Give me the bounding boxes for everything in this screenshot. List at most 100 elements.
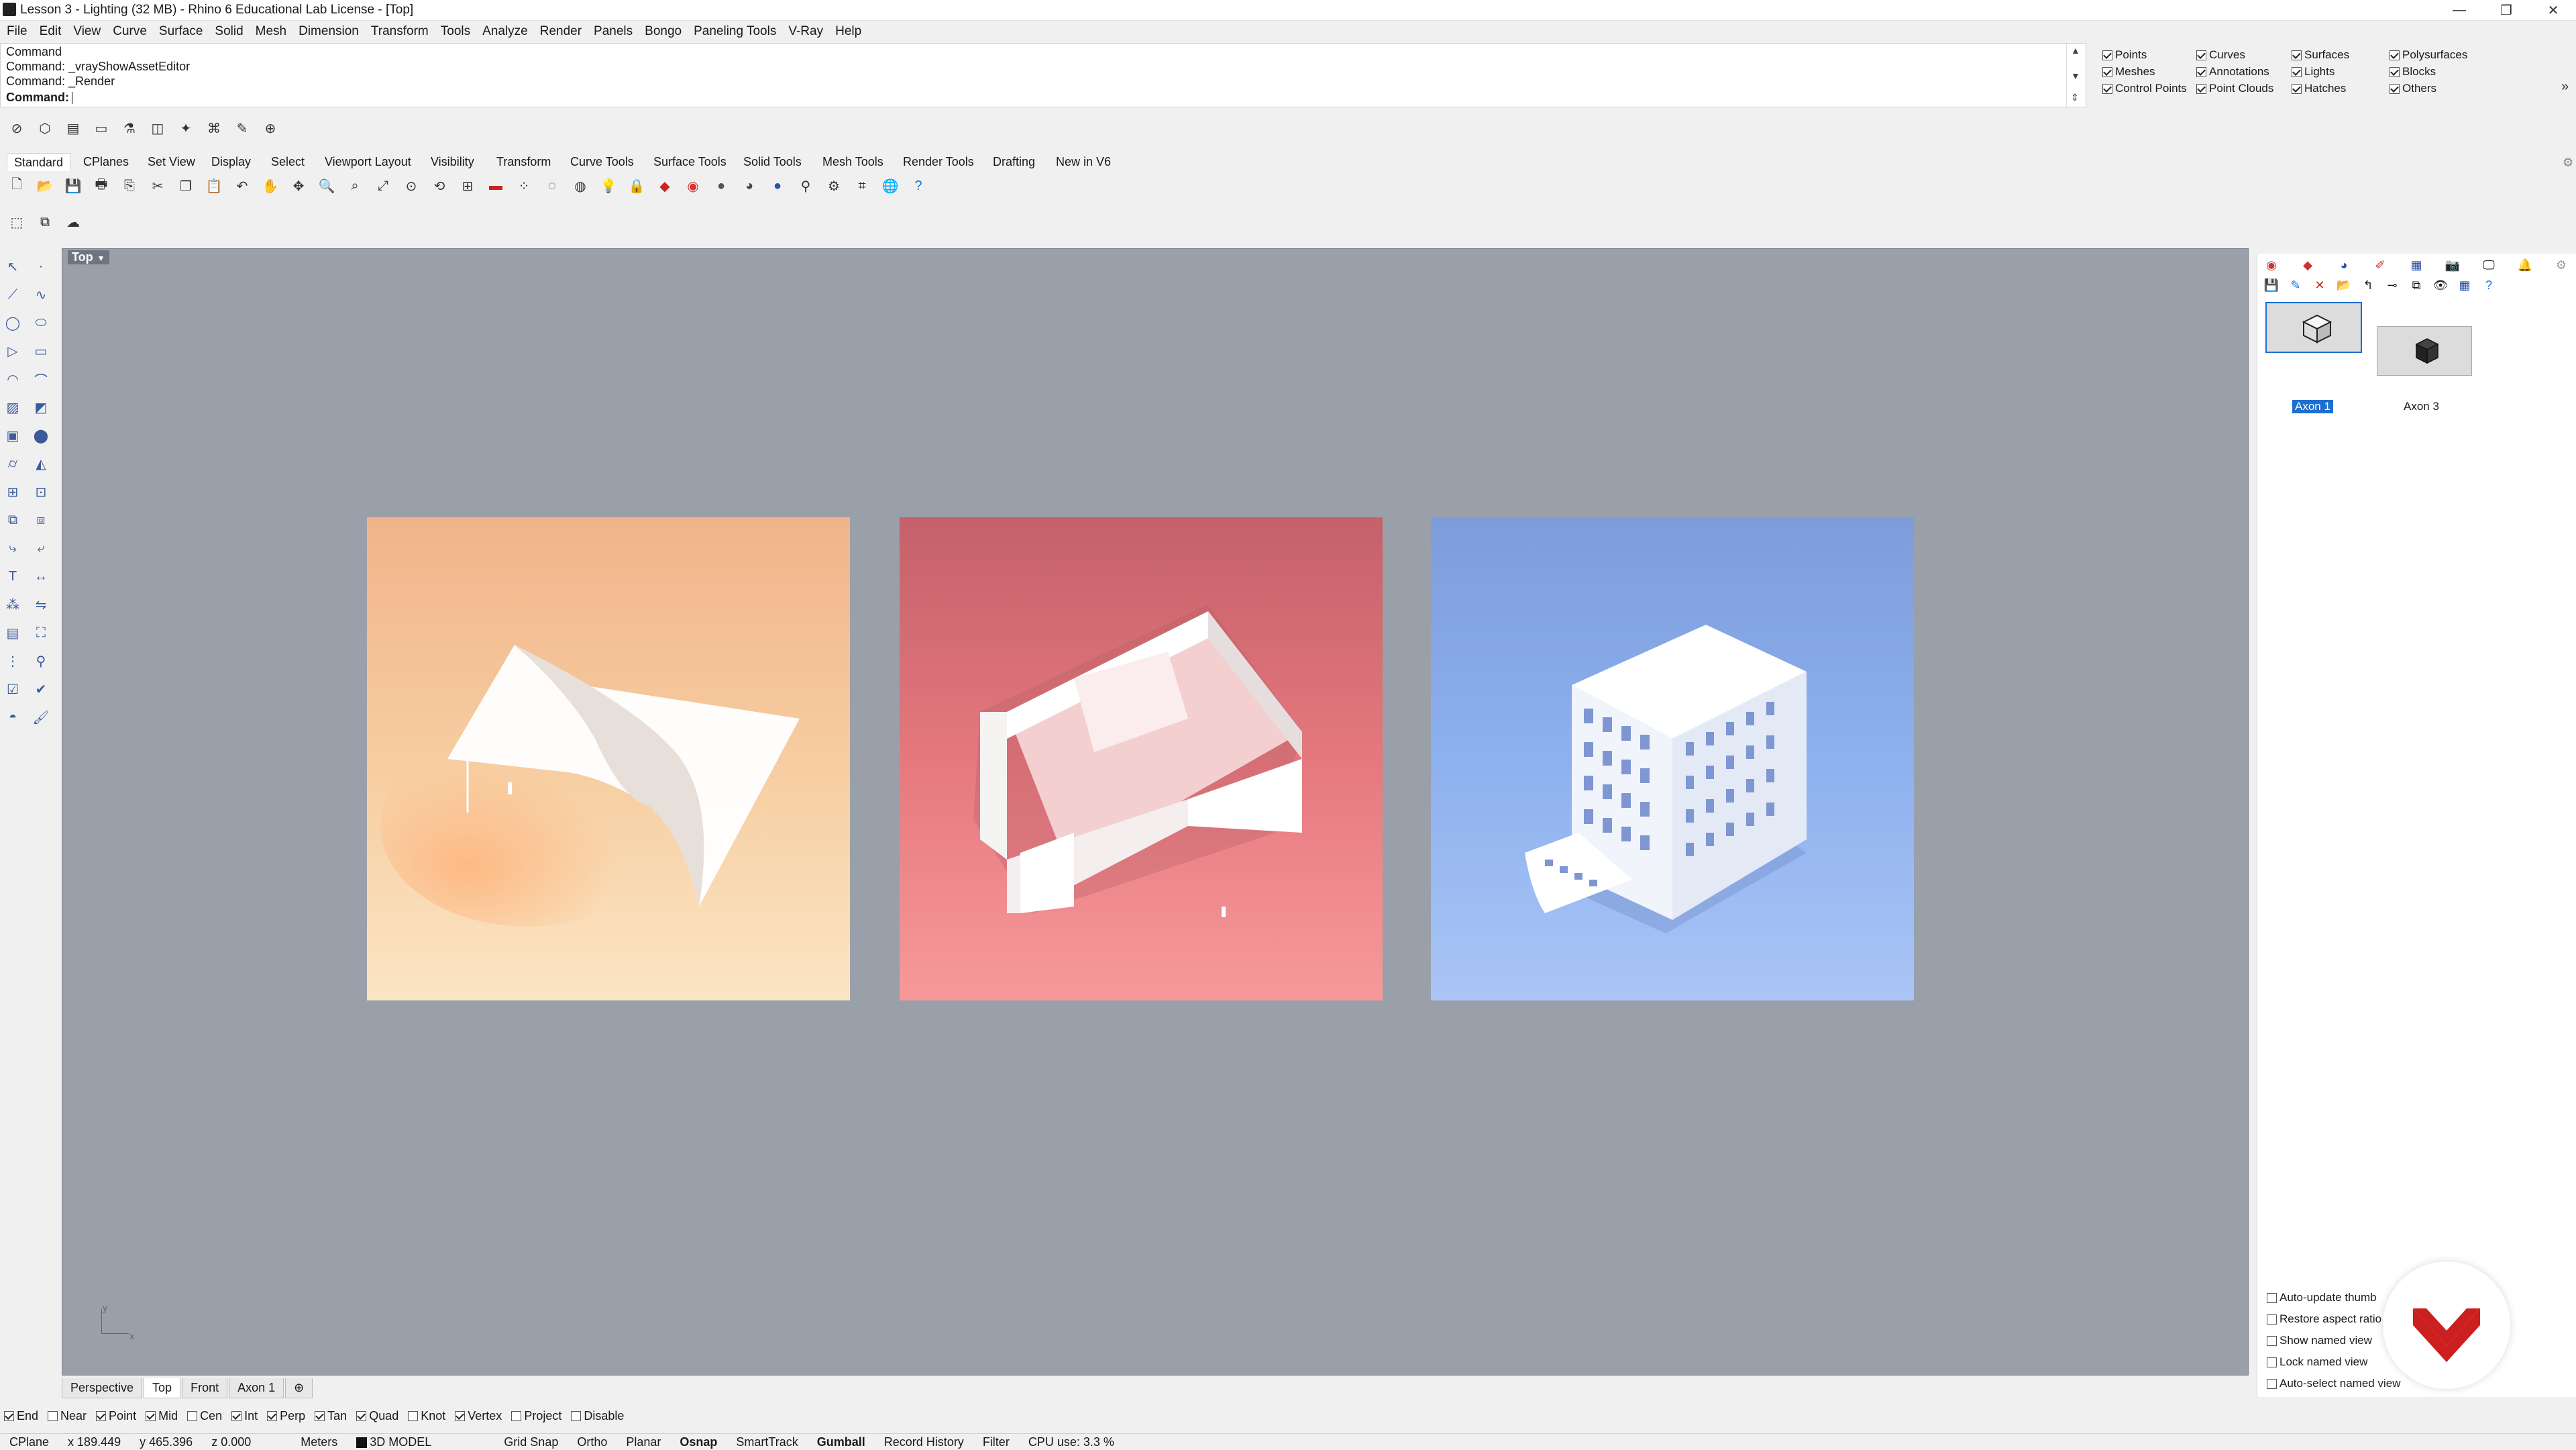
named-views-tab-icon[interactable]: 📷 bbox=[2444, 256, 2461, 274]
menu-view[interactable]: View bbox=[70, 24, 110, 39]
block-icon[interactable]: ▤ bbox=[3, 623, 23, 643]
arc-icon[interactable]: ◠ bbox=[3, 369, 23, 389]
array-icon[interactable]: ⁂ bbox=[3, 594, 23, 615]
tab-standard[interactable]: Standard bbox=[7, 153, 71, 171]
filter-surfaces[interactable]: Surfaces bbox=[2292, 48, 2349, 62]
open-file-icon[interactable]: 📂 bbox=[35, 176, 55, 196]
grid-array-icon[interactable]: ⋮ bbox=[3, 651, 23, 671]
menu-help[interactable]: Help bbox=[833, 24, 871, 39]
globe-icon[interactable]: 🌐 bbox=[880, 176, 900, 196]
filter-points[interactable]: Points bbox=[2102, 48, 2147, 62]
select-arrow-icon[interactable]: ↖ bbox=[3, 256, 23, 276]
rendered-view-icon[interactable]: ● bbox=[767, 176, 788, 196]
option-lock-named-view[interactable]: Lock named view bbox=[2267, 1355, 2367, 1369]
named-view-label-axon-3[interactable]: Axon 3 bbox=[2404, 400, 2439, 413]
help-icon[interactable]: ? bbox=[908, 176, 928, 196]
tab-cplanes[interactable]: CPlanes bbox=[76, 153, 136, 170]
ellipse-icon[interactable]: ⬭ bbox=[31, 313, 51, 333]
viewport-title[interactable]: Top ▼ bbox=[68, 250, 109, 264]
dimension-icon[interactable]: ⌗ bbox=[852, 176, 872, 196]
menu-paneling-tools[interactable]: Paneling Tools bbox=[691, 24, 786, 39]
menu-mesh[interactable]: Mesh bbox=[253, 24, 296, 39]
vray-render-icon[interactable]: ⚗ bbox=[119, 118, 140, 138]
tab-render-tools[interactable]: Render Tools bbox=[896, 153, 981, 170]
thumbnail-view-icon[interactable]: ▦ bbox=[2456, 276, 2473, 294]
vray-proxy-icon[interactable]: ✎ bbox=[232, 118, 252, 138]
match-properties-icon[interactable]: ⚲ bbox=[796, 176, 816, 196]
status-current-layer[interactable]: 3D MODEL bbox=[347, 1435, 441, 1449]
menu-transform[interactable]: Transform bbox=[368, 24, 438, 39]
curve-icon[interactable]: ∿ bbox=[31, 284, 51, 305]
materials-tab-icon[interactable]: ◕ bbox=[2335, 256, 2353, 274]
rhino-options-icon[interactable]: ⊘ bbox=[7, 118, 27, 138]
menu-analyze[interactable]: Analyze bbox=[480, 24, 537, 39]
command-history[interactable]: Command Command: _vrayShowAssetEditor Co… bbox=[0, 43, 2086, 107]
boolean-union-icon[interactable]: ⧉ bbox=[3, 510, 23, 530]
command-prompt[interactable]: Command: bbox=[6, 91, 72, 105]
filter-polysurfaces[interactable]: Polysurfaces bbox=[2390, 48, 2467, 62]
cloud-icon[interactable]: ☁ bbox=[63, 212, 83, 232]
save-named-view-icon[interactable]: 💾 bbox=[2263, 276, 2280, 294]
scroll-expand-icon[interactable]: ⇕ bbox=[2071, 92, 2079, 103]
tab-drafting[interactable]: Drafting bbox=[986, 153, 1042, 170]
cplane-icon[interactable]: ▬ bbox=[486, 176, 506, 196]
osnap-disable[interactable]: Disable bbox=[571, 1409, 624, 1423]
copy-view-icon[interactable]: ⧉ bbox=[2408, 276, 2425, 294]
sphere-icon[interactable]: ⬤ bbox=[31, 425, 51, 446]
osnap-tan[interactable]: Tan bbox=[315, 1409, 347, 1423]
option-auto-select-named-view[interactable]: Auto-select named view bbox=[2267, 1377, 2400, 1390]
tab-select[interactable]: Select bbox=[264, 153, 311, 170]
option-auto-update-thumbnails[interactable]: Auto-update thumb bbox=[2267, 1291, 2377, 1304]
scroll-up-icon[interactable]: ▲ bbox=[2071, 45, 2080, 56]
tab-viewport-layout[interactable]: Viewport Layout bbox=[318, 153, 418, 170]
four-viewports-icon[interactable]: ⊞ bbox=[458, 176, 478, 196]
make-2d-icon[interactable]: ⧉ bbox=[35, 212, 55, 232]
check-icon[interactable]: ☑ bbox=[3, 679, 23, 699]
filter-control-points[interactable]: Control Points bbox=[2102, 82, 2187, 95]
toolbar-options-gear-icon[interactable]: ⚙ bbox=[2563, 156, 2573, 170]
delete-named-view-icon[interactable]: ✕ bbox=[2311, 276, 2328, 294]
circle-icon[interactable]: ◯ bbox=[3, 313, 23, 333]
rotate-view-icon[interactable]: ⟲ bbox=[429, 176, 449, 196]
display-tab-icon[interactable]: 🖵 bbox=[2480, 256, 2498, 274]
menu-tools[interactable]: Tools bbox=[438, 24, 480, 39]
mesh-icon[interactable]: ⊞ bbox=[3, 482, 23, 502]
toggle-osnap[interactable]: Osnap bbox=[670, 1435, 727, 1449]
hide-objects-icon[interactable]: ◌ bbox=[542, 176, 562, 196]
polygon-icon[interactable]: ▷ bbox=[3, 341, 23, 361]
text-icon[interactable]: T bbox=[3, 566, 23, 586]
tab-display[interactable]: Display bbox=[205, 153, 258, 170]
menu-vray[interactable]: V-Ray bbox=[786, 24, 833, 39]
vray-geometry-icon[interactable]: ⌘ bbox=[204, 118, 224, 138]
vray-settings-icon[interactable]: ⊕ bbox=[260, 118, 280, 138]
osnap-knot[interactable]: Knot bbox=[408, 1409, 445, 1423]
viewport-tab-top[interactable]: Top bbox=[144, 1378, 181, 1398]
group-icon[interactable]: ⛶ bbox=[31, 623, 51, 643]
environment-tab-icon[interactable]: ✐ bbox=[2371, 256, 2389, 274]
named-views-help-icon[interactable]: ? bbox=[2480, 276, 2498, 294]
layer-icon[interactable]: ◆ bbox=[655, 176, 675, 196]
show-objects-icon[interactable]: ◍ bbox=[570, 176, 590, 196]
cylinder-icon[interactable]: ⌭ bbox=[3, 454, 23, 474]
menu-panels[interactable]: Panels bbox=[591, 24, 642, 39]
option-show-named-view[interactable]: Show named view bbox=[2267, 1334, 2372, 1347]
render-mesh-icon[interactable]: ◓ bbox=[3, 707, 23, 727]
camera-path-icon[interactable]: ⊸ bbox=[2383, 276, 2401, 294]
cone-icon[interactable]: ◭ bbox=[31, 454, 51, 474]
zoom-dynamic-icon[interactable]: ⌕ bbox=[345, 176, 365, 196]
extract-wireframe-icon[interactable]: ⬚ bbox=[7, 212, 27, 232]
osnap-int[interactable]: Int bbox=[231, 1409, 258, 1423]
viewport-dropdown-icon[interactable]: ▼ bbox=[97, 254, 105, 263]
menu-curve[interactable]: Curve bbox=[110, 24, 156, 39]
expand-chevron-icon[interactable]: » bbox=[2561, 79, 2569, 95]
osnap-near[interactable]: Near bbox=[48, 1409, 87, 1423]
osnap-end[interactable]: End bbox=[4, 1409, 38, 1423]
restore-button[interactable]: ❐ bbox=[2486, 0, 2526, 20]
copy-icon[interactable]: ❐ bbox=[176, 176, 196, 196]
tab-transform[interactable]: Transform bbox=[490, 153, 557, 170]
lock-icon[interactable]: 🔒 bbox=[627, 176, 647, 196]
properties-tab-icon[interactable]: ◉ bbox=[2263, 256, 2280, 274]
panel-options-gear-icon[interactable]: ⚙ bbox=[2553, 256, 2570, 274]
render-preview-icon[interactable]: ● bbox=[711, 176, 731, 196]
select-points-icon[interactable]: ⁘ bbox=[514, 176, 534, 196]
